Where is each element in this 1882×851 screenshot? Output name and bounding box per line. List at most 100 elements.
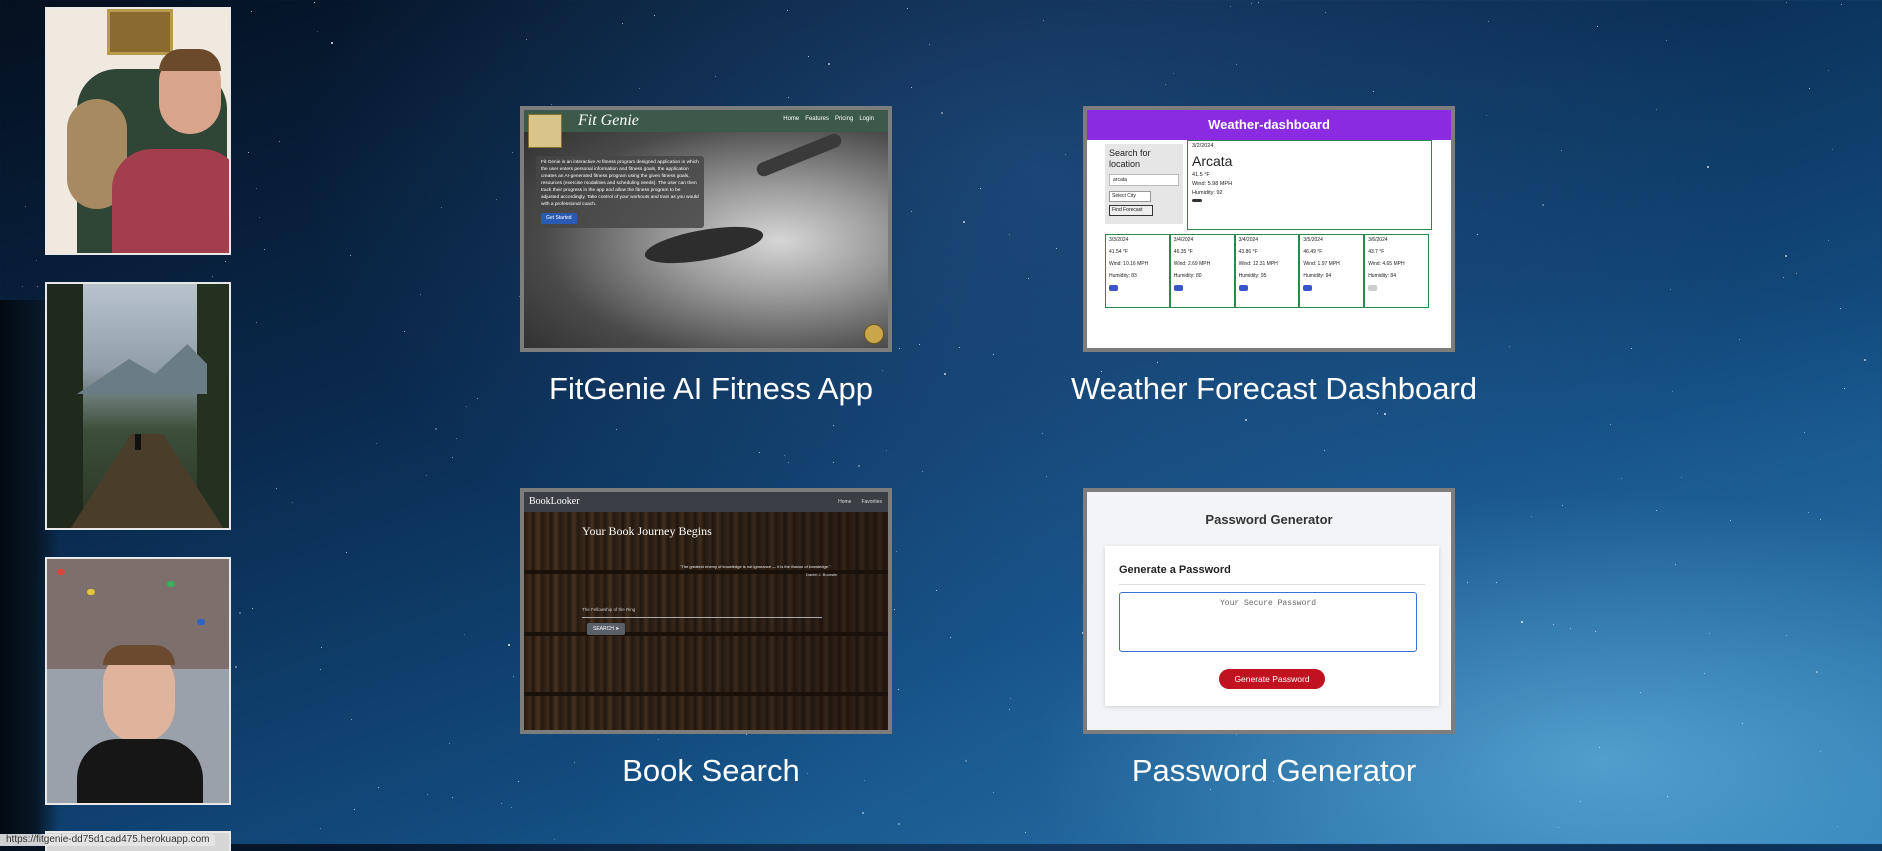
- photo-forest-trail: [45, 282, 231, 530]
- star: [501, 803, 503, 805]
- forecast-day: 3/4/2024 43.86 °F Wind: 12.31 MPH Humidity:…: [1234, 234, 1300, 308]
- star: [354, 809, 356, 811]
- star: [1541, 204, 1544, 207]
- star: [1832, 149, 1834, 151]
- star: [1055, 248, 1057, 250]
- star: [1803, 432, 1805, 434]
- star: [317, 31, 319, 33]
- book-search-input: The Fellowship of the Ring: [582, 607, 822, 618]
- current-wind: Wind: 5.98 MPH: [1192, 181, 1233, 187]
- star: [928, 43, 930, 45]
- link-status-url: https://fitgenie-dd75d1cad475.herokuapp.…: [0, 834, 216, 846]
- star: [827, 63, 830, 66]
- star: [1508, 346, 1510, 348]
- star: [958, 347, 960, 349]
- project-card-book-search[interactable]: BookLooker Home Favorites Your Book Journ…: [520, 488, 892, 734]
- star: [321, 646, 323, 648]
- star: [1384, 413, 1387, 416]
- star: [786, 9, 788, 11]
- project-caption-fitgenie[interactable]: FitGenie AI Fitness App: [431, 371, 991, 407]
- star: [1828, 69, 1830, 71]
- star: [1531, 515, 1533, 517]
- star: [1656, 510, 1658, 512]
- project-card-password-generator[interactable]: Password Generator Generate a Password Y…: [1083, 488, 1455, 734]
- star: [906, 7, 908, 9]
- star: [1598, 746, 1600, 748]
- star: [275, 488, 277, 490]
- star: [1667, 796, 1669, 798]
- star: [1738, 338, 1740, 340]
- star: [376, 443, 378, 445]
- star: [512, 151, 514, 153]
- fitgenie-nav-links: Home Features Pricing Login: [783, 116, 874, 122]
- star: [1561, 504, 1563, 506]
- password-output: Your Secure Password: [1119, 592, 1417, 652]
- star: [434, 427, 437, 430]
- project-caption-weather[interactable]: Weather Forecast Dashboard: [994, 371, 1554, 407]
- star: [452, 796, 454, 798]
- project-caption-password-generator[interactable]: Password Generator: [994, 753, 1554, 789]
- star: [1579, 801, 1581, 803]
- star: [1173, 72, 1175, 74]
- star: [1324, 450, 1326, 452]
- star: [1009, 234, 1011, 236]
- star: [1840, 308, 1842, 310]
- star: [235, 666, 238, 669]
- forecast-day: 3/5/2024 46.49 °F Wind: 1.97 MPH Humidity: …: [1299, 234, 1365, 308]
- star: [513, 676, 515, 678]
- star: [910, 87, 912, 89]
- star: [1486, 114, 1488, 116]
- forecast-day: 3/6/2024 43.7 °F Wind: 4.65 MPH Humidity: 8…: [1364, 234, 1429, 308]
- star: [898, 688, 900, 690]
- star: [788, 462, 790, 464]
- search-value: arcata: [1109, 173, 1179, 186]
- star: [616, 428, 618, 430]
- star: [1640, 691, 1642, 693]
- star: [833, 461, 835, 463]
- star: [1244, 419, 1247, 422]
- star: [1816, 670, 1819, 673]
- star: [508, 643, 511, 646]
- forecast-day: 3/3/2024 41.54 °F Wind: 10.16 MPH Humidity:…: [1105, 234, 1170, 308]
- star: [1844, 388, 1846, 390]
- star: [550, 103, 552, 105]
- star: [1258, 2, 1259, 4]
- forecast-day: 3/4/2024 46.35 °F Wind: 2.69 MPH Humidity: …: [1169, 234, 1235, 308]
- star: [350, 255, 352, 257]
- star: [1373, 91, 1375, 93]
- current-weather: 3/2/2024 Arcata 41.5 °F Wind: 5.98 MPH H…: [1187, 140, 1432, 230]
- star: [239, 611, 242, 614]
- star: [464, 633, 466, 635]
- star: [258, 216, 260, 218]
- star: [745, 734, 747, 736]
- star: [658, 739, 660, 741]
- current-city: Arcata: [1192, 153, 1233, 169]
- star: [1009, 697, 1011, 699]
- photo-man-with-dog: [45, 7, 231, 255]
- star: [787, 96, 789, 98]
- password-panel: Generate a Password Your Secure Password…: [1105, 546, 1439, 706]
- star: [1785, 1, 1787, 3]
- star: [211, 275, 213, 277]
- book-headline: Your Book Journey Begins: [582, 524, 712, 538]
- project-caption-book-search[interactable]: Book Search: [431, 753, 991, 789]
- project-card-fitgenie[interactable]: Fit Genie Home Features Pricing Login Fit G…: [520, 106, 892, 352]
- star: [350, 718, 352, 720]
- star: [1809, 88, 1811, 90]
- star: [1496, 581, 1498, 583]
- star: [1230, 6, 1232, 8]
- star: [1250, 2, 1252, 4]
- star: [1376, 413, 1378, 415]
- star: [1520, 621, 1523, 624]
- book-quote-author: Daniel J. Boorstin: [806, 572, 838, 577]
- fitgenie-description: Fit Genie is an interactive AI fitness p…: [536, 156, 704, 228]
- star: [255, 188, 257, 190]
- star: [1784, 255, 1787, 257]
- forecast-days: 3/3/2024 41.54 °F Wind: 10.16 MPH Humidity:…: [1105, 234, 1429, 308]
- current-date: 3/2/2024: [1192, 143, 1214, 149]
- star: [36, 285, 38, 287]
- star: [25, 206, 27, 208]
- project-card-weather[interactable]: Weather-dashboard Search for location ar…: [1083, 106, 1455, 352]
- star: [1488, 20, 1490, 22]
- star: [886, 449, 888, 451]
